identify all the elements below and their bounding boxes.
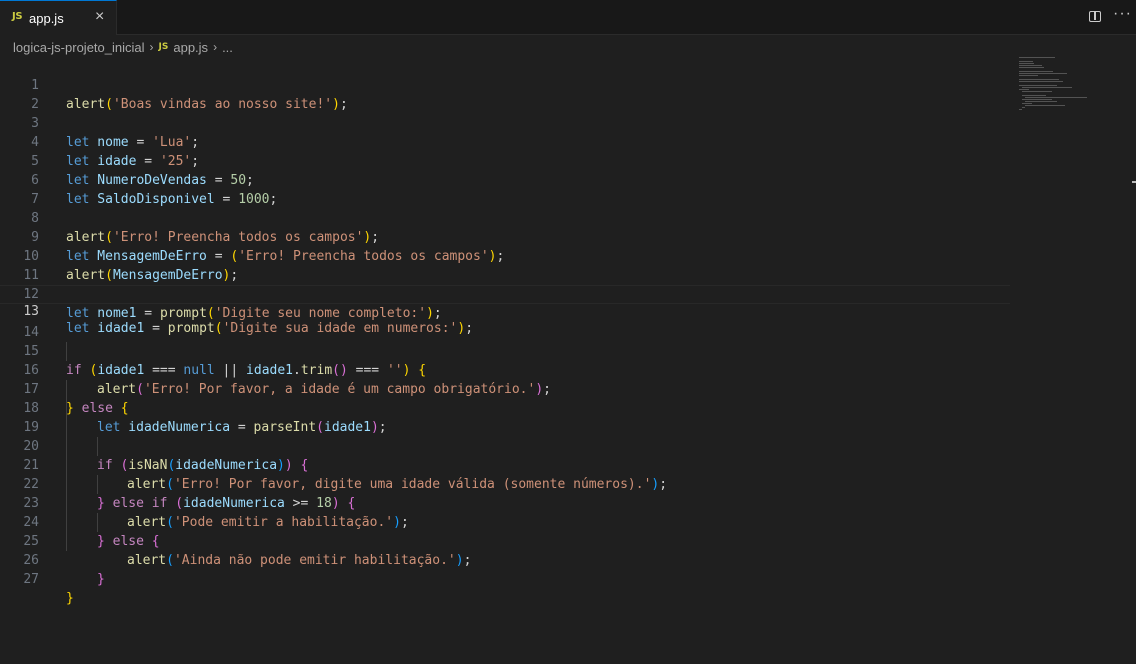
code-line[interactable]: 18 let idadeNumerica = parseInt(idade1);: [0, 380, 1010, 435]
breadcrumb-folder[interactable]: logica-js-projeto_inicial: [13, 40, 145, 55]
minimap[interactable]: [1019, 57, 1119, 117]
minimap-line: [1019, 61, 1033, 62]
close-icon[interactable]: ×: [95, 9, 104, 25]
code-line[interactable]: 1 alert('Boas vindas ao nosso site!');: [0, 57, 1010, 112]
scrollbar-cursor-marker: [1132, 181, 1136, 183]
chevron-right-icon: ›: [213, 40, 218, 54]
code-line[interactable]: 22 } else if (idadeNumerica >= 18) {: [0, 456, 1010, 511]
code-line[interactable]: 6 let SaldoDisponivel = 1000;: [0, 152, 1010, 207]
code-line[interactable]: 11: [0, 247, 1010, 283]
minimap-line: [1025, 105, 1065, 106]
breadcrumb-file[interactable]: app.js: [173, 40, 208, 55]
minimap-line: [1022, 103, 1032, 104]
minimap-line: [1019, 85, 1057, 86]
code-line[interactable]: 25 alert('Ainda não pode emitir habilita…: [0, 513, 1010, 568]
minimap-line: [1019, 89, 1029, 90]
minimap-line: [1019, 57, 1055, 58]
breadcrumb-symbol[interactable]: ...: [222, 40, 233, 55]
code-line[interactable]: 21 alert('Erro! Por favor, digite uma id…: [0, 437, 1010, 492]
minimap-line: [1019, 109, 1022, 110]
code-line[interactable]: 4 let idade = '25';: [0, 114, 1010, 169]
minimap-line: [1019, 65, 1042, 66]
minimap-line: [1019, 75, 1038, 76]
code-line[interactable]: 24 } else {: [0, 494, 1010, 549]
minimap-line: [1019, 71, 1053, 72]
line-number: 27: [23, 572, 39, 587]
minimap-line: [1019, 73, 1067, 74]
code-line-current[interactable]: 13 let idade1 = prompt('Digite sua idade…: [0, 285, 1010, 336]
code-line[interactable]: 27 }: [0, 551, 1010, 606]
minimap-line: [1022, 107, 1025, 108]
code-line[interactable]: 7: [0, 171, 1010, 207]
javascript-file-icon: JS: [158, 42, 169, 52]
code-editor[interactable]: 1 alert('Boas vindas ao nosso site!'); 2…: [0, 57, 1136, 664]
code-line[interactable]: 19: [0, 399, 1010, 435]
chevron-right-icon: ›: [149, 40, 154, 54]
line-code: }: [97, 572, 105, 587]
tab-app-js[interactable]: JS app.js ×: [0, 0, 117, 35]
minimap-line: [1019, 63, 1034, 64]
tab-bar: JS app.js × ···: [0, 0, 1136, 35]
minimap-line: [1022, 87, 1072, 88]
tab-label: app.js: [29, 11, 64, 26]
code-line[interactable]: 15 if (idade1 === null || idade1.trim() …: [0, 323, 1010, 378]
code-line[interactable]: 12 let nome1 = prompt('Digite seu nome c…: [0, 266, 1010, 321]
minimap-line: [1019, 67, 1044, 68]
breadcrumb: logica-js-projeto_inicial › JS app.js › …: [13, 38, 233, 56]
code-line[interactable]: 5 let NumeroDeVendas = 50;: [0, 133, 1010, 188]
javascript-file-icon: JS: [12, 11, 23, 22]
code-line[interactable]: 9 let MensagemDeErro = ('Erro! Preencha …: [0, 209, 1010, 264]
minimap-line: [1019, 79, 1059, 80]
minimap-line: [1025, 101, 1057, 102]
code-line[interactable]: 16 alert('Erro! Por favor, a idade é um …: [0, 342, 1010, 397]
line-code: }: [66, 591, 74, 606]
code-line[interactable]: 2: [0, 76, 1010, 112]
minimap-line: [1022, 95, 1046, 96]
minimap-line: [1025, 97, 1087, 98]
minimap-line: [1022, 99, 1052, 100]
code-line[interactable]: 20 if (isNaN(idadeNumerica)) {: [0, 418, 1010, 473]
code-line[interactable]: 17 } else {: [0, 361, 1010, 416]
minimap-line: [1022, 91, 1052, 92]
code-line[interactable]: 3 let nome = 'Lua';: [0, 95, 1010, 150]
code-line[interactable]: 14: [0, 304, 1010, 340]
split-editor-icon[interactable]: [1089, 11, 1101, 22]
minimap-line: [1019, 81, 1063, 82]
code-line[interactable]: 23 alert('Pode emitir a habilitação.');: [0, 475, 1010, 530]
more-actions-icon[interactable]: ···: [1113, 5, 1132, 23]
code-line[interactable]: 10 alert(MensagemDeErro);: [0, 228, 1010, 283]
code-line[interactable]: 8 alert('Erro! Preencha todos os campos'…: [0, 190, 1010, 245]
code-line[interactable]: 26 }: [0, 532, 1010, 587]
